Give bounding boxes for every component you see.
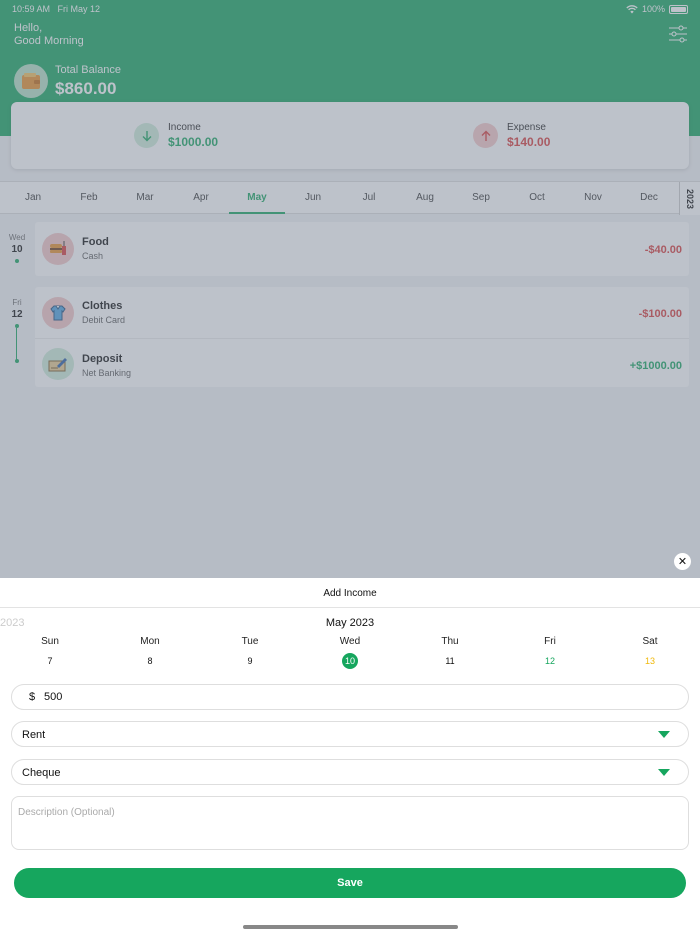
calendar-day-sun[interactable]: Sun 7	[0, 636, 100, 669]
currency-symbol: $	[29, 691, 36, 703]
calendar-day-wed[interactable]: Wed 10	[300, 636, 400, 669]
description-placeholder: Description (Optional)	[18, 807, 115, 818]
calendar-day-tue[interactable]: Tue 9	[200, 636, 300, 669]
calendar-month-title: May 2023	[325, 617, 375, 629]
calendar-day-fri[interactable]: Fri 12	[500, 636, 600, 669]
chevron-down-icon	[658, 731, 670, 738]
selected-date: 10	[342, 653, 358, 669]
calendar-day-mon[interactable]: Mon 8	[100, 636, 200, 669]
payment-method-value: Cheque	[22, 767, 61, 779]
calendar-day-thu[interactable]: Thu 11	[400, 636, 500, 669]
amount-input[interactable]: $ 500	[11, 684, 689, 710]
category-value: Rent	[22, 729, 46, 741]
save-button[interactable]: Save	[14, 868, 686, 898]
calendar-day-sat[interactable]: Sat 13	[600, 636, 700, 669]
amount-value: 500	[44, 691, 63, 703]
add-income-sheet: Add Income 2023 May 2023 Sun 7 Mon 8 Tue 9 …	[0, 578, 700, 934]
category-select[interactable]: Rent	[11, 721, 689, 747]
description-field[interactable]: Description (Optional)	[11, 796, 689, 850]
divider	[0, 607, 700, 608]
home-indicator[interactable]	[243, 925, 458, 929]
sheet-title: Add Income	[323, 588, 377, 599]
chevron-down-icon	[658, 769, 670, 776]
payment-method-select[interactable]: Cheque	[11, 759, 689, 785]
close-icon[interactable]: ✕	[674, 553, 691, 570]
